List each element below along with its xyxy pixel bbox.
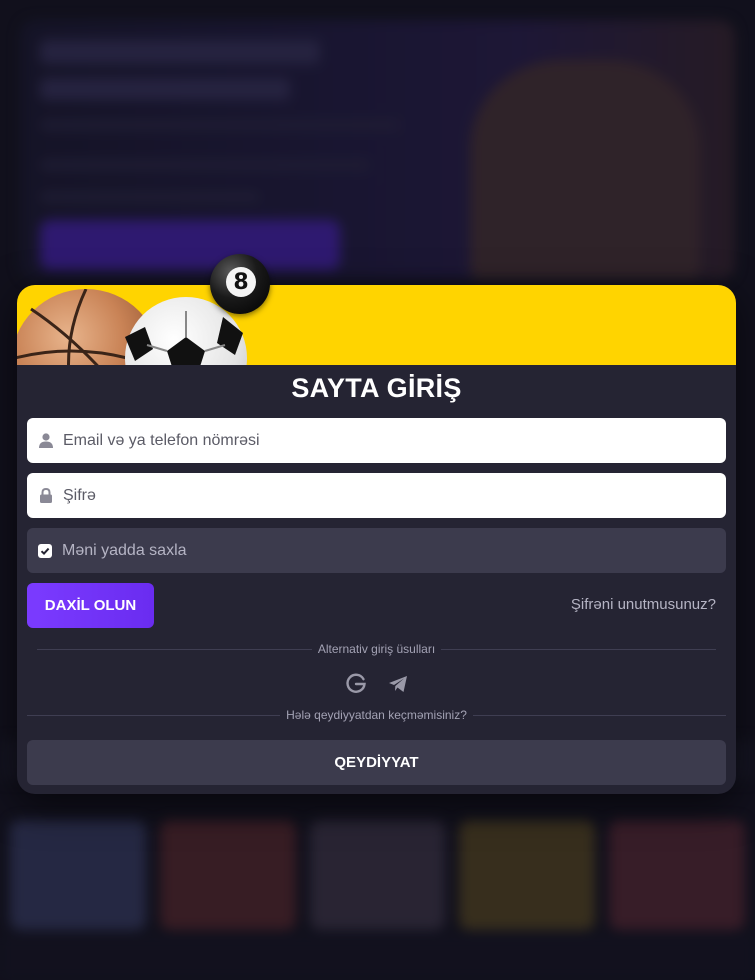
divider-line (472, 714, 726, 716)
register-divider: Hələ qeydiyyatdan keçməmisiniz? (27, 708, 726, 722)
remember-me-label: Məni yadda saxla (62, 541, 187, 559)
divider-line (37, 648, 312, 650)
alt-login-divider: Alternativ giriş üsulları (37, 642, 716, 656)
billiard-ball-number: 8 (226, 267, 256, 297)
password-field[interactable] (27, 473, 726, 518)
lock-icon (39, 488, 53, 504)
forgot-password-link[interactable]: Şifrəni unutmusunuz? (571, 596, 716, 613)
not-registered-label: Hələ qeydiyyatdan keçməmisiniz? (286, 708, 467, 722)
google-icon[interactable] (344, 672, 368, 696)
remember-me-checkbox[interactable] (38, 543, 52, 558)
register-button[interactable]: QEYDİYYAT (27, 740, 726, 785)
user-icon (39, 433, 53, 449)
social-login-row (17, 672, 736, 696)
page-title: SAYTA GİRİŞ (291, 373, 462, 403)
check-icon (40, 547, 50, 555)
password-input[interactable] (61, 485, 726, 506)
divider-line (27, 714, 281, 716)
login-button[interactable]: DAXİL OLUN (27, 583, 154, 628)
billiard-ball-image: 8 (210, 254, 270, 314)
divider-line (441, 648, 716, 650)
alt-login-label: Alternativ giriş üsulları (317, 642, 436, 656)
telegram-icon[interactable] (386, 672, 410, 696)
login-modal: SAYTA GİRİŞ Məni yadda saxla DAXİL OLUN … (17, 285, 736, 794)
email-input[interactable] (61, 430, 726, 451)
remember-me-row[interactable]: Məni yadda saxla (27, 528, 726, 573)
email-field[interactable] (27, 418, 726, 463)
modal-banner (17, 285, 736, 365)
